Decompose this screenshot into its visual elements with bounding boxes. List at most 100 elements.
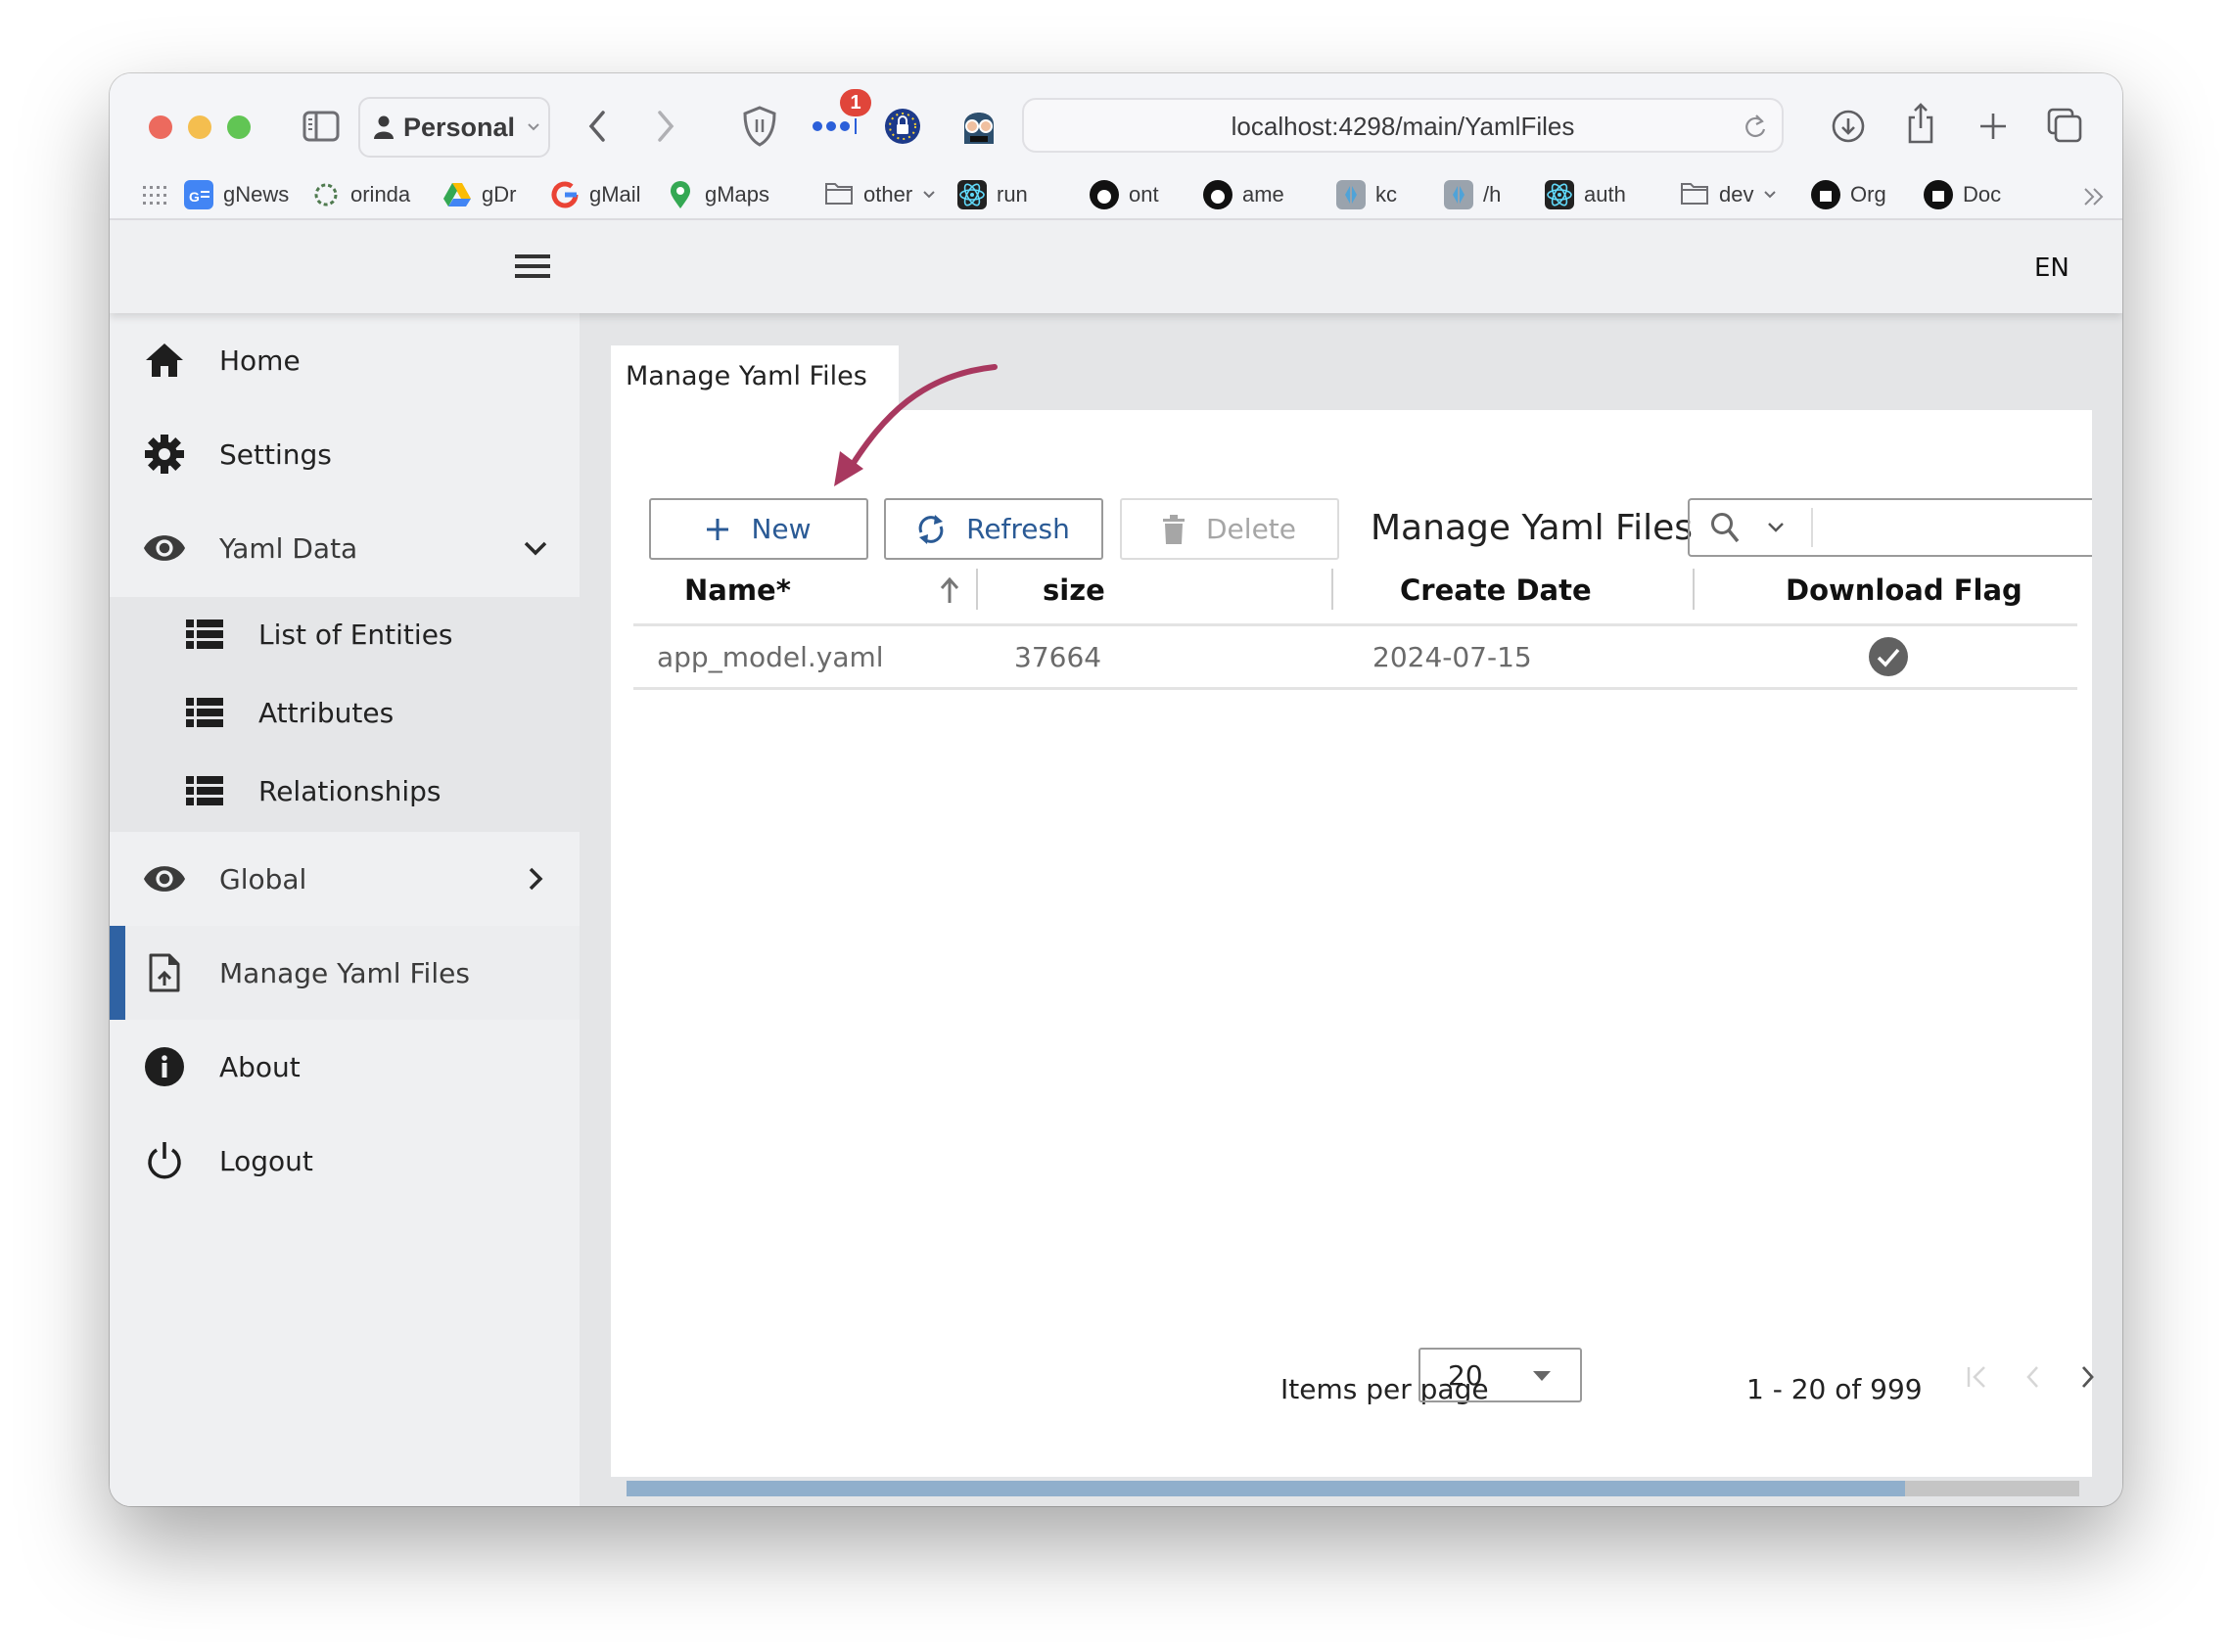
- search-input[interactable]: [1823, 506, 2087, 549]
- sidebar-item-relationships[interactable]: Relationships: [110, 754, 580, 832]
- sidebar-item-attributes[interactable]: Attributes: [110, 675, 580, 754]
- sidebar-item-about[interactable]: About: [110, 1020, 580, 1114]
- sidebar-item-label: List of Entities: [258, 619, 453, 651]
- folder-icon: [1680, 180, 1709, 209]
- bookmark-gmail[interactable]: gMail: [550, 178, 641, 211]
- bookmark-orinda[interactable]: orinda: [311, 178, 410, 211]
- tab-manage-yaml-files[interactable]: Manage Yaml Files: [611, 345, 899, 414]
- sidebar-item-home[interactable]: Home: [110, 313, 580, 407]
- bookmark-label: run: [997, 182, 1028, 206]
- privacy-shield-icon[interactable]: [738, 103, 781, 150]
- sidebar: Home Settings Yaml Data List of Entities…: [110, 313, 580, 1506]
- minimize-window-button[interactable]: [188, 115, 211, 139]
- folder-icon: [824, 180, 854, 209]
- keycloak-icon: [1336, 180, 1366, 209]
- bookmark-gdr[interactable]: gDr: [442, 178, 516, 211]
- bookmark-label: other: [863, 182, 913, 206]
- sidebar-item-label: Relationships: [258, 775, 442, 807]
- column-separator[interactable]: [976, 569, 978, 610]
- back-icon[interactable]: [580, 107, 615, 146]
- list-icon: [186, 698, 223, 729]
- sidebar-item-manage-yaml-files[interactable]: Manage Yaml Files: [110, 926, 580, 1020]
- tab-overview-icon[interactable]: [2044, 105, 2085, 146]
- browser-window: Personal 1 localhost:4298/main/YamlFiles: [110, 73, 2122, 1506]
- address-text[interactable]: localhost:4298/main/YamlFiles: [1024, 112, 1782, 142]
- row-divider: [633, 687, 2077, 690]
- chevron-down-icon: [1763, 190, 1777, 200]
- items-per-page-select[interactable]: 20: [1418, 1348, 1582, 1402]
- new-button[interactable]: New: [649, 498, 868, 560]
- refresh-button-label: Refresh: [966, 513, 1070, 545]
- sidebar-item-label: Global: [219, 862, 307, 895]
- column-separator[interactable]: [1331, 569, 1333, 610]
- zoom-window-button[interactable]: [227, 115, 251, 139]
- check-circle-icon: [1869, 637, 1908, 676]
- plus-icon: [706, 518, 729, 541]
- bookmark-gmaps[interactable]: gMaps: [666, 178, 769, 211]
- sidebar-item-label: Home: [219, 344, 301, 377]
- sidebar-item-logout[interactable]: Logout: [110, 1114, 580, 1208]
- sidebar-item-yaml-data[interactable]: Yaml Data: [110, 501, 580, 595]
- power-icon: [143, 1139, 186, 1182]
- first-page-icon[interactable]: [1960, 1359, 1995, 1395]
- next-page-icon[interactable]: [2069, 1359, 2105, 1395]
- sidebar-item-label: Attributes: [258, 697, 395, 729]
- yaml-data-submenu: List of Entities Attributes Relationship…: [110, 597, 580, 832]
- profile-button[interactable]: Personal: [358, 97, 550, 158]
- google-drive-icon: [442, 180, 472, 209]
- reload-icon[interactable]: [1741, 112, 1770, 141]
- refresh-button[interactable]: Refresh: [884, 498, 1103, 560]
- sort-ascending-icon[interactable]: [937, 574, 962, 606]
- search-field-dropdown-icon[interactable]: [1764, 516, 1788, 539]
- search-icon[interactable]: [1709, 512, 1741, 543]
- previous-page-icon[interactable]: [2016, 1359, 2051, 1395]
- hamburger-menu-icon[interactable]: [513, 250, 552, 283]
- spy-extension-icon[interactable]: [959, 103, 999, 146]
- new-tab-icon[interactable]: [1974, 107, 2013, 146]
- dropdown-arrow-icon: [1530, 1367, 1554, 1385]
- bookmark-label: gNews: [223, 182, 290, 206]
- sidebar-item-label: Yaml Data: [219, 531, 358, 565]
- bookmark-doc[interactable]: Doc: [1924, 178, 2001, 211]
- progress-bar-fill: [627, 1481, 1905, 1496]
- bookmark-other[interactable]: other: [824, 178, 936, 211]
- bookmark-label: gMail: [589, 182, 641, 206]
- eye-icon: [143, 857, 186, 900]
- chevron-down-icon: [527, 122, 540, 132]
- language-selector[interactable]: EN: [2034, 253, 2069, 283]
- eu-privacy-extension-icon[interactable]: [883, 107, 922, 146]
- flame-icon: [1090, 180, 1119, 209]
- downloads-icon[interactable]: [1829, 107, 1868, 146]
- column-header-name[interactable]: Name*: [684, 557, 791, 623]
- bookmark-gnews[interactable]: GgNews: [184, 178, 289, 211]
- list-icon: [186, 776, 223, 807]
- sidebar-item-list-of-entities[interactable]: List of Entities: [110, 597, 580, 675]
- column-header-create-date[interactable]: Create Date: [1400, 557, 1592, 623]
- bookmark-dev[interactable]: dev: [1680, 178, 1777, 211]
- delete-button[interactable]: Delete: [1120, 498, 1339, 560]
- sidebar-item-settings[interactable]: Settings: [110, 407, 580, 501]
- column-header-size[interactable]: size: [1043, 557, 1105, 623]
- progress-bar: [627, 1481, 2079, 1496]
- column-separator[interactable]: [1693, 569, 1695, 610]
- gear-icon: [143, 433, 186, 476]
- bookmark-run[interactable]: run: [957, 178, 1028, 211]
- home-icon: [143, 339, 186, 382]
- bookmark-ont[interactable]: ont: [1090, 178, 1159, 211]
- share-icon[interactable]: [1901, 101, 1940, 146]
- address-bar[interactable]: localhost:4298/main/YamlFiles: [1022, 98, 1784, 153]
- bookmark-org[interactable]: Org: [1811, 178, 1886, 211]
- bookmark-h[interactable]: /h: [1444, 178, 1501, 211]
- column-header-download-flag[interactable]: Download Flag: [1786, 557, 2023, 623]
- bookmark-ame[interactable]: ame: [1203, 178, 1284, 211]
- sidebar-item-global[interactable]: Global: [110, 832, 580, 926]
- close-window-button[interactable]: [149, 115, 172, 139]
- more-bookmarks-icon[interactable]: [2079, 182, 2109, 211]
- app-container: EN Home Settings Yaml Data List of Entit…: [110, 220, 2122, 1506]
- bookmark-auth[interactable]: auth: [1545, 178, 1626, 211]
- sidebar-toggle-icon[interactable]: [302, 109, 341, 144]
- bookmark-kc[interactable]: kc: [1336, 178, 1397, 211]
- google-maps-icon: [666, 180, 695, 209]
- apps-grid-icon[interactable]: [141, 182, 168, 209]
- forward-icon[interactable]: [648, 107, 683, 146]
